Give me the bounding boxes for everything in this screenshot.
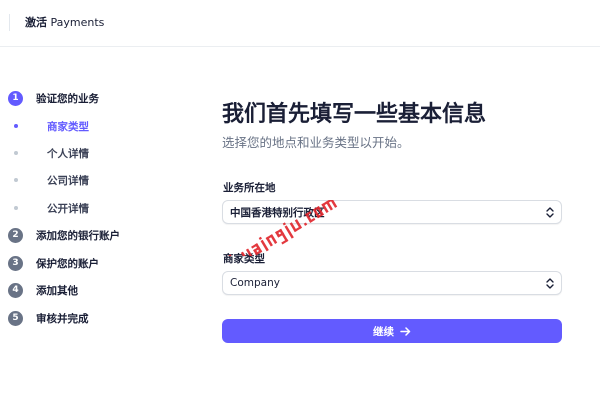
step-label: 添加其他 — [36, 284, 78, 297]
top-bar: 激活 Payments — [0, 0, 600, 47]
step-number: 4 — [8, 282, 23, 298]
chevron-up-down-icon — [539, 277, 561, 289]
step-dot-icon — [8, 206, 23, 210]
step-label: 审核并完成 — [36, 312, 89, 325]
step-number: 1 — [8, 90, 23, 106]
substep-label: 公开详情 — [47, 202, 89, 215]
substep-public-details[interactable]: 公开详情 — [8, 198, 89, 218]
step-dot-icon — [8, 151, 23, 155]
header-brand: Payments — [50, 16, 105, 29]
business-location-label: 业务所在地 — [223, 182, 276, 194]
substep-label: 商家类型 — [47, 120, 89, 133]
substep-company-details[interactable]: 公司详情 — [8, 170, 89, 190]
step-number: 5 — [8, 310, 23, 326]
continue-button[interactable]: 继续 — [222, 319, 562, 343]
step-dot-icon — [8, 124, 23, 128]
substep-business-type[interactable]: 商家类型 — [8, 116, 89, 136]
business-type-select[interactable]: Company — [222, 271, 562, 295]
page-subtitle: 选择您的地点和业务类型以开始。 — [222, 135, 410, 150]
step-label: 保护您的账户 — [36, 257, 99, 270]
business-type-value: Company — [230, 277, 280, 289]
header-divider — [9, 14, 10, 31]
page-header-title: 激活 Payments — [25, 14, 104, 31]
step-dot-icon — [8, 178, 23, 182]
step-number: 3 — [8, 255, 23, 271]
chevron-up-down-icon — [539, 206, 561, 218]
step-number: 2 — [8, 227, 23, 243]
step-secure-account[interactable]: 3 保护您的账户 — [8, 253, 99, 273]
arrow-right-icon — [400, 326, 411, 336]
substep-label: 公司详情 — [47, 174, 89, 187]
step-label: 添加您的银行账户 — [36, 229, 120, 242]
continue-label: 继续 — [373, 325, 394, 338]
step-add-extras[interactable]: 4 添加其他 — [8, 280, 78, 300]
step-add-bank-account[interactable]: 2 添加您的银行账户 — [8, 225, 120, 245]
page-title: 我们首先填写一些基本信息 — [222, 102, 487, 127]
substep-personal-details[interactable]: 个人详情 — [8, 143, 89, 163]
watermark-logo — [228, 200, 338, 256]
header-prefix: 激活 — [25, 16, 47, 29]
step-verify-business[interactable]: 1 验证您的业务 — [8, 88, 99, 108]
substep-label: 个人详情 — [47, 147, 89, 160]
step-label: 验证您的业务 — [36, 92, 99, 105]
step-review-finish[interactable]: 5 审核并完成 — [8, 308, 89, 328]
